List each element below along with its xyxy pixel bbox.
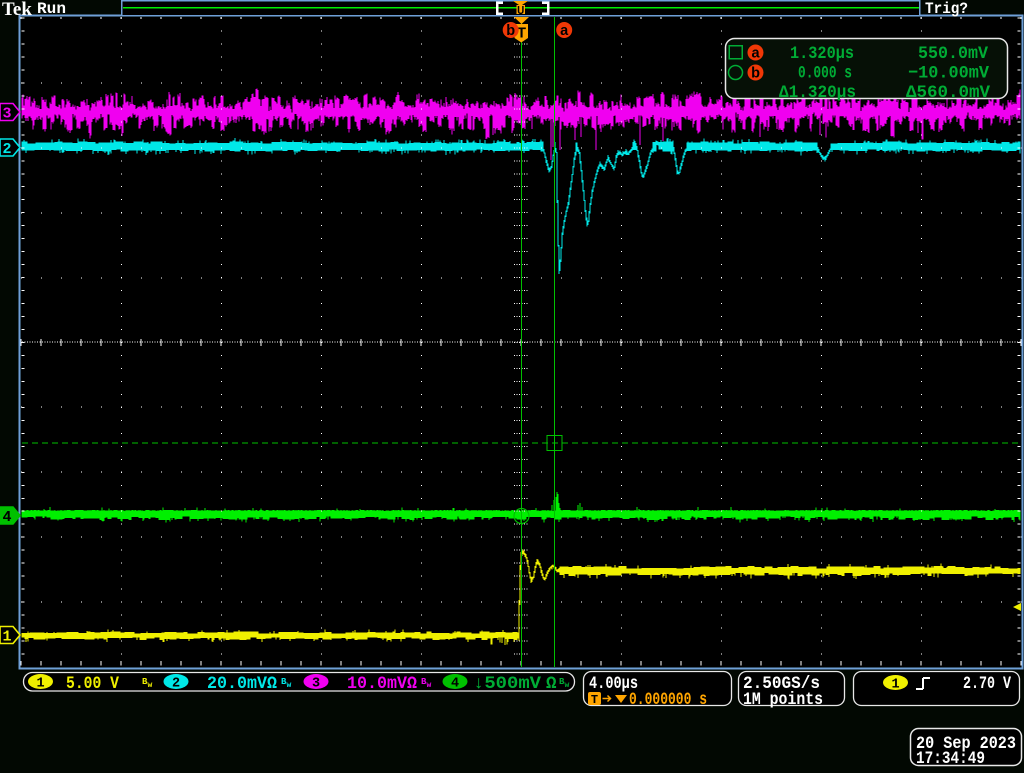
svg-text:3: 3 (312, 677, 320, 692)
svg-text:Δ560.0mV: Δ560.0mV (906, 83, 990, 103)
svg-text:20.0mVΩ: 20.0mVΩ (207, 674, 277, 694)
svg-text:b: b (506, 23, 515, 39)
svg-text:550.0mV: 550.0mV (918, 44, 988, 64)
svg-text:0.000 s: 0.000 s (798, 64, 852, 84)
svg-text:1: 1 (2, 629, 11, 646)
svg-text:w: w (565, 681, 570, 690)
svg-text:T: T (517, 26, 526, 42)
svg-text:1M points: 1M points (743, 690, 823, 710)
svg-text:Ω: Ω (546, 674, 557, 694)
svg-text:T: T (591, 693, 598, 707)
svg-text:w: w (427, 681, 432, 690)
svg-text:4: 4 (451, 677, 459, 692)
svg-text:2: 2 (2, 141, 11, 158)
svg-text:2.70 V: 2.70 V (963, 674, 1011, 694)
svg-text:Run: Run (37, 0, 66, 18)
svg-text:2: 2 (172, 677, 180, 692)
svg-text:17:34:49: 17:34:49 (916, 749, 985, 768)
svg-text:w: w (148, 681, 153, 690)
svg-text:5.00 V: 5.00 V (66, 674, 119, 694)
svg-text:1.320µs: 1.320µs (790, 44, 854, 64)
svg-text:0.000000 s: 0.000000 s (629, 690, 707, 710)
svg-text:a: a (560, 23, 569, 39)
svg-text:↓500mV: ↓500mV (473, 674, 542, 694)
svg-text:4: 4 (2, 509, 11, 526)
svg-text:w: w (287, 681, 292, 690)
svg-text:3: 3 (2, 106, 11, 123)
svg-text:Trig?: Trig? (925, 0, 968, 18)
svg-text:a: a (751, 46, 760, 62)
svg-text:−10.00mV: −10.00mV (908, 64, 989, 84)
svg-text:10.0mVΩ: 10.0mVΩ (347, 674, 417, 694)
svg-text:Δ1.320µs: Δ1.320µs (779, 83, 856, 103)
svg-text:b: b (751, 66, 760, 82)
svg-text:Tek: Tek (2, 0, 32, 20)
svg-text:1: 1 (36, 677, 44, 692)
svg-text:1: 1 (891, 678, 899, 693)
